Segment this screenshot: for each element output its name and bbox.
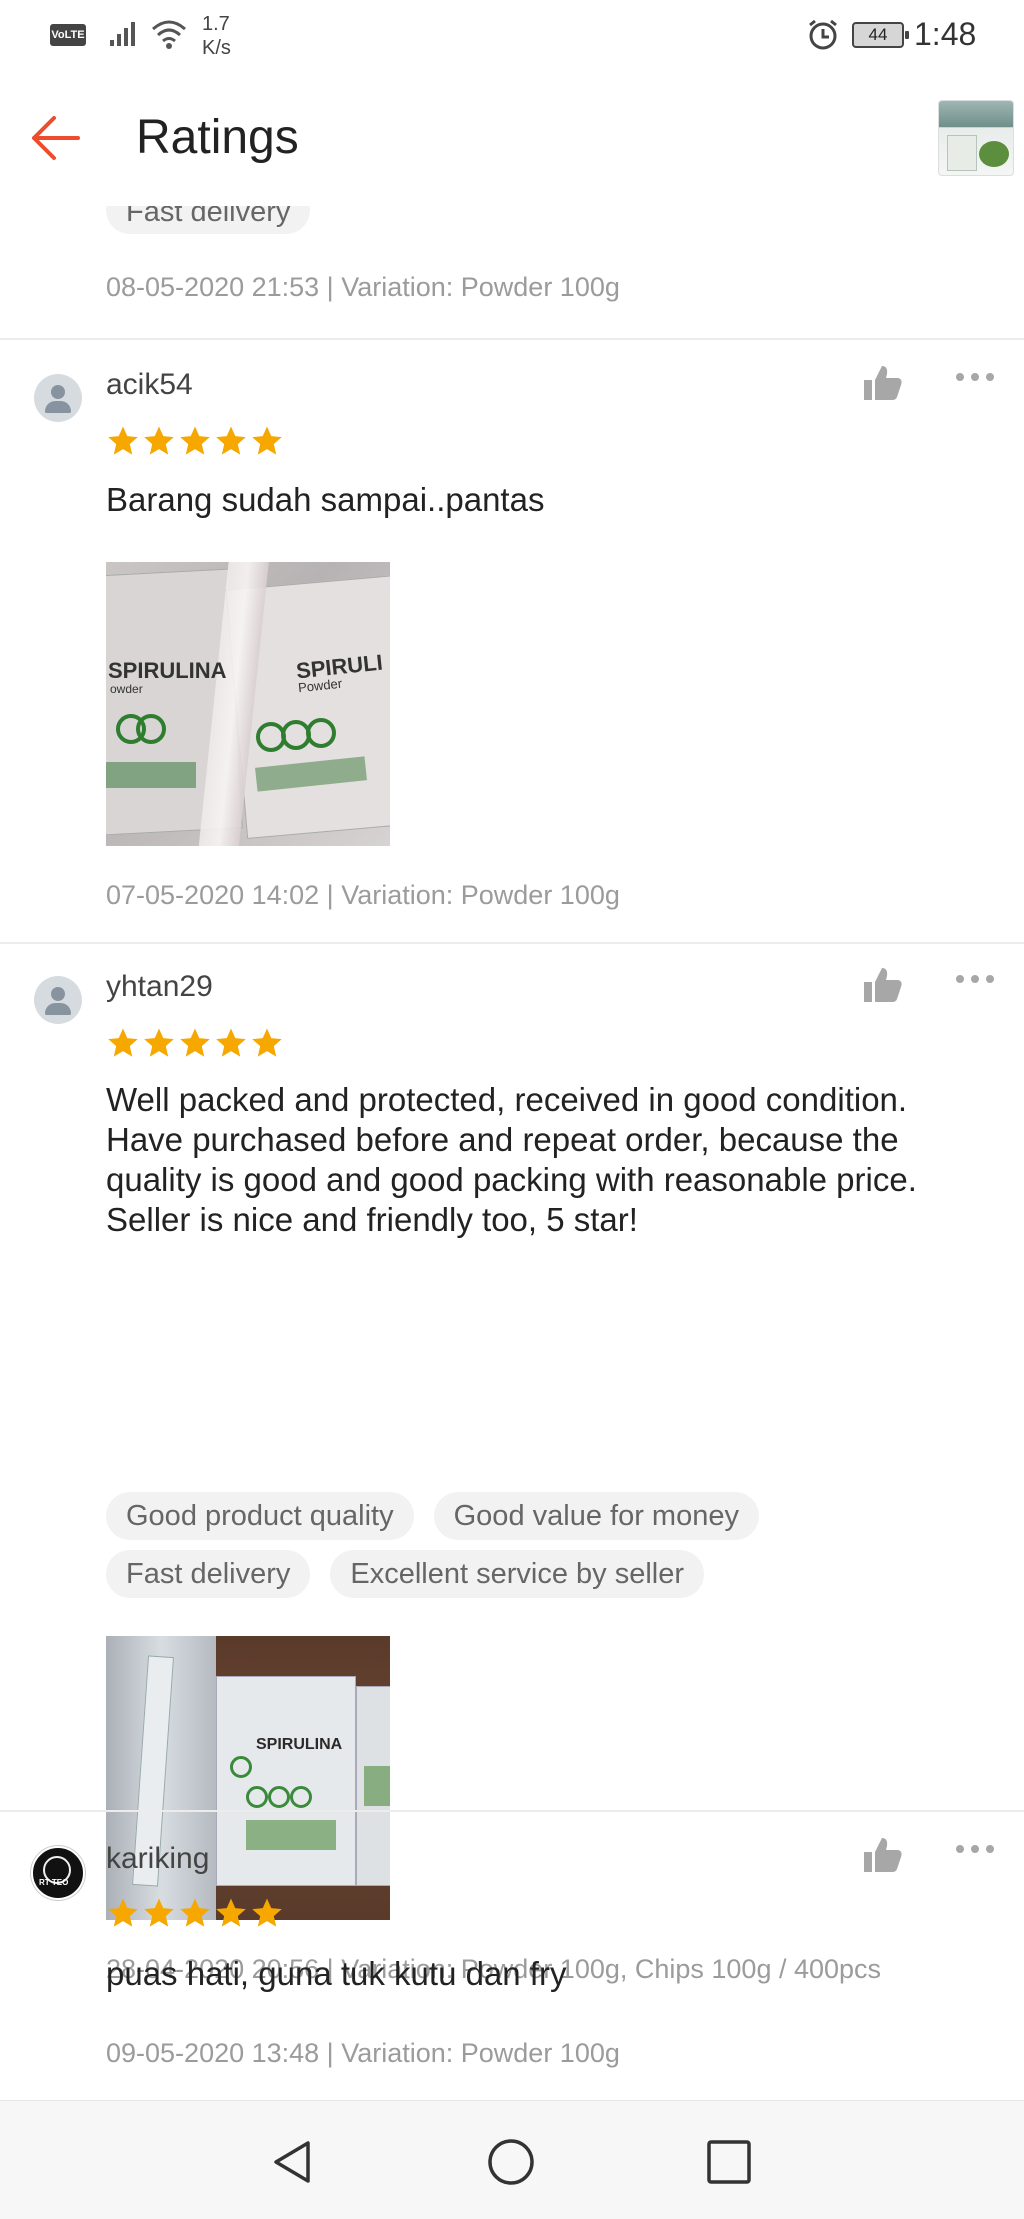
pack-graphic [290, 1786, 312, 1808]
star-icon [216, 426, 246, 455]
nav-home-icon[interactable] [486, 2137, 536, 2187]
nav-recent-icon[interactable] [706, 2139, 752, 2185]
thumbnail-pack [947, 135, 977, 171]
star-rating [106, 1026, 284, 1060]
battery-icon: 44 [852, 22, 909, 48]
pack-graphic [364, 1766, 390, 1806]
review-meta: 09-05-2020 13:48 | Variation: Powder 100… [106, 2038, 620, 2068]
product-thumbnail[interactable] [938, 100, 1014, 176]
review-tag: Fast delivery [106, 1550, 311, 1598]
speed-value: 1.7 [202, 13, 230, 35]
divider [0, 1810, 1024, 1812]
volte-badge: VoLTE [50, 24, 86, 46]
thumbs-up-icon[interactable] [862, 964, 904, 1004]
review-tag: Excellent service by seller [330, 1550, 705, 1598]
wifi-icon [152, 20, 186, 49]
signal-icon [110, 22, 135, 46]
clock: 1:48 [914, 16, 977, 52]
more-options-icon[interactable] [954, 370, 996, 384]
speed-unit: K/s [202, 37, 231, 59]
star-rating [106, 1896, 284, 1930]
review-meta: 07-05-2020 14:02 | Variation: Powder 100… [106, 880, 620, 910]
avatar-head [51, 987, 65, 1001]
star-icon [216, 1898, 246, 1927]
alarm-icon [809, 19, 837, 50]
review-photo[interactable]: SPIRULINA [106, 1636, 390, 1920]
review-comment: Barang sudah sampai..pantas [106, 481, 545, 518]
pack-graphic [268, 1786, 290, 1808]
star-icon [108, 1028, 138, 1057]
thumbs-up-icon[interactable] [862, 362, 904, 402]
star-icon [144, 1898, 174, 1927]
star-icon [108, 1898, 138, 1927]
thumbnail-powder [979, 141, 1009, 167]
avatar[interactable] [34, 374, 82, 422]
divider [0, 338, 1024, 340]
star-icon [252, 1898, 282, 1927]
pack-sublabel: owder [110, 682, 143, 696]
review-photo[interactable]: SPIRULINA owder SPIRULI Powder [106, 562, 390, 846]
star-icon [180, 1028, 210, 1057]
star-rating [106, 424, 284, 458]
review-tag: Good product quality [106, 1492, 414, 1540]
username[interactable]: acik54 [106, 368, 193, 402]
username[interactable]: kariking [106, 1842, 209, 1876]
arrow-left-icon[interactable] [26, 108, 86, 168]
header: Ratings [0, 72, 1024, 206]
star-icon [252, 426, 282, 455]
pack-graphic [230, 1756, 252, 1778]
review-tags: Fast delivery Excellent service by seller [106, 1550, 986, 1608]
pack-label: SPIRULINA [256, 1736, 343, 1753]
review-comment: Well packed and protected, received in g… [106, 1081, 917, 1238]
more-options-icon[interactable] [954, 972, 996, 986]
star-icon [180, 1898, 210, 1927]
avatar-body [45, 1003, 71, 1015]
divider [0, 942, 1024, 944]
star-icon [144, 1028, 174, 1057]
status-bar: VoLTE 1.7 K/s 44 1:48 [0, 0, 1024, 72]
more-options-icon[interactable] [954, 1842, 996, 1856]
star-icon [144, 426, 174, 455]
review-tags: Good product quality Good value for money [106, 1492, 986, 1550]
photo-pack [216, 1676, 356, 1886]
avatar[interactable]: RT TEO [31, 1846, 85, 1900]
avatar-body [45, 401, 71, 413]
thumbs-up-icon[interactable] [862, 1834, 904, 1874]
nav-back-icon[interactable] [268, 2137, 318, 2187]
page-title: Ratings [136, 111, 299, 164]
pack-graphic [306, 718, 336, 748]
avatar-head [51, 385, 65, 399]
pack-graphic [136, 714, 166, 744]
review-tag: Good value for money [433, 1492, 759, 1540]
pack-graphic [246, 1820, 336, 1850]
network-speed: 1.7 K/s [202, 12, 231, 60]
avatar-text: RT TEO [39, 1878, 69, 1887]
star-icon [252, 1028, 282, 1057]
username[interactable]: yhtan29 [106, 970, 213, 1004]
avatar[interactable] [34, 976, 82, 1024]
review-meta: 08-05-2020 21:53 | Variation: Powder 100… [106, 272, 620, 302]
star-icon [180, 426, 210, 455]
pack-graphic [246, 1786, 268, 1808]
pack-graphic [106, 762, 196, 788]
pack-label: SPIRULINA [108, 658, 227, 683]
star-icon [216, 1028, 246, 1057]
review-comment: puas hati, guna tuk kutu dan fry [106, 1955, 567, 1992]
system-nav-bar [0, 2100, 1024, 2219]
star-icon [108, 426, 138, 455]
